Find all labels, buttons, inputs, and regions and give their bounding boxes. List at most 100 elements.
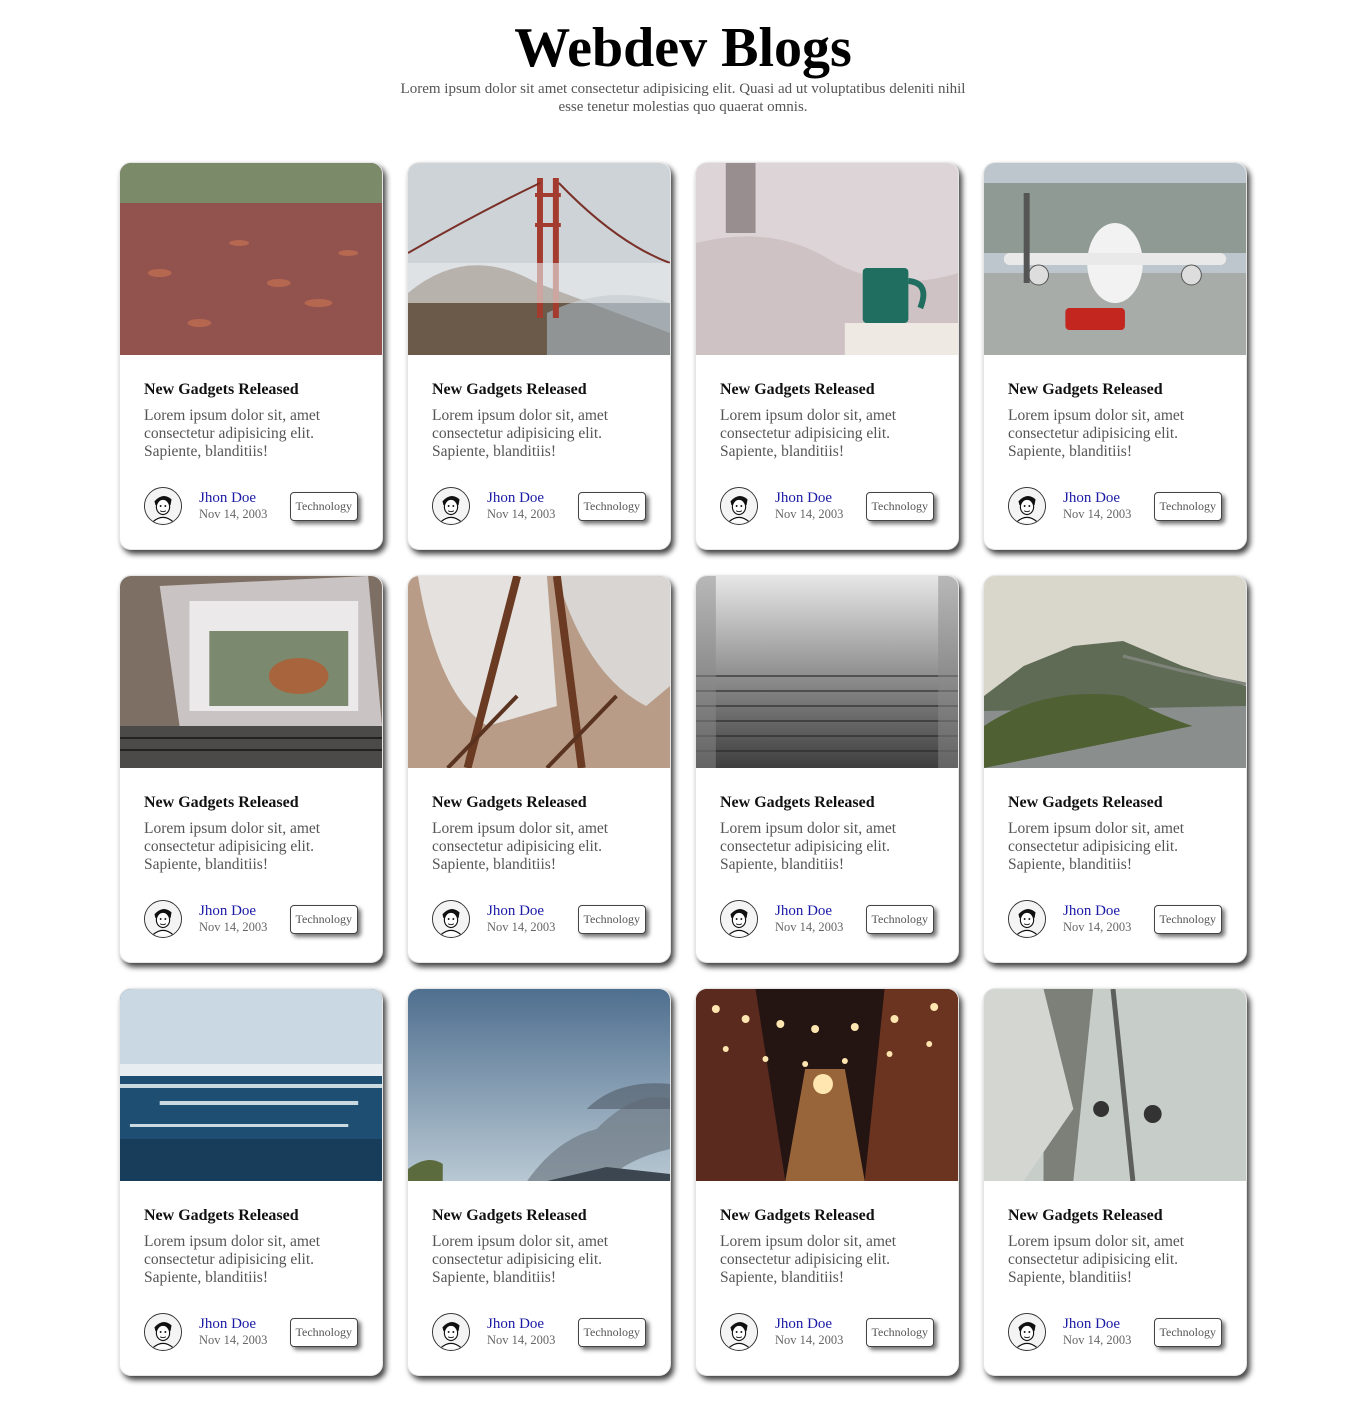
card-title[interactable]: New Gadgets Released bbox=[720, 794, 934, 812]
card-title[interactable]: New Gadgets Released bbox=[720, 1207, 934, 1225]
card-image bbox=[120, 163, 382, 355]
author-avatar[interactable] bbox=[1008, 900, 1046, 938]
category-tag[interactable]: Technology bbox=[289, 491, 358, 521]
card-title[interactable]: New Gadgets Released bbox=[432, 381, 646, 399]
author-avatar[interactable] bbox=[432, 900, 470, 938]
card-text: Lorem ipsum dolor sit, amet consectetur … bbox=[144, 407, 321, 460]
card-image bbox=[984, 989, 1246, 1181]
card-text: Lorem ipsum dolor sit, amet consectetur … bbox=[720, 1233, 897, 1286]
blog-card[interactable]: New Gadgets Released Lorem ipsum dolor s… bbox=[407, 988, 671, 1376]
author-avatar[interactable] bbox=[720, 900, 758, 938]
page-title: Webdev Blogs bbox=[514, 17, 852, 79]
post-date: Nov 14, 2003 bbox=[487, 920, 556, 934]
card-text: Lorem ipsum dolor sit, amet consectetur … bbox=[720, 407, 897, 460]
blog-card[interactable]: New Gadgets Released Lorem ipsum dolor s… bbox=[983, 988, 1247, 1376]
author-info: Jhon Doe Nov 14, 2003 bbox=[1063, 903, 1131, 935]
card-image bbox=[120, 576, 382, 768]
card-footer: Jhon Doe Nov 14, 2003 Technology bbox=[144, 1313, 358, 1351]
blog-card[interactable]: New Gadgets Released Lorem ipsum dolor s… bbox=[695, 575, 959, 963]
post-date: Nov 14, 2003 bbox=[1063, 1333, 1132, 1347]
author-name[interactable]: Jhon Doe bbox=[487, 903, 555, 919]
author-name[interactable]: Jhon Doe bbox=[199, 490, 267, 506]
card-footer: Jhon Doe Nov 14, 2003 Technology bbox=[144, 900, 358, 938]
author-info: Jhon Doe Nov 14, 2003 bbox=[1063, 1316, 1131, 1348]
author-avatar[interactable] bbox=[720, 487, 758, 525]
category-tag[interactable]: Technology bbox=[1153, 491, 1222, 521]
card-text: Lorem ipsum dolor sit, amet consectetur … bbox=[432, 820, 609, 873]
card-title[interactable]: New Gadgets Released bbox=[144, 1207, 358, 1225]
author-name[interactable]: Jhon Doe bbox=[1063, 903, 1131, 919]
author-info: Jhon Doe Nov 14, 2003 bbox=[199, 1316, 267, 1348]
card-footer: Jhon Doe Nov 14, 2003 Technology bbox=[144, 487, 358, 525]
card-image bbox=[408, 163, 670, 355]
blog-card[interactable]: New Gadgets Released Lorem ipsum dolor s… bbox=[119, 575, 383, 963]
card-title[interactable]: New Gadgets Released bbox=[1008, 794, 1222, 812]
card-title[interactable]: New Gadgets Released bbox=[1008, 1207, 1222, 1225]
author-info: Jhon Doe Nov 14, 2003 bbox=[775, 1316, 843, 1348]
card-footer: Jhon Doe Nov 14, 2003 Technology bbox=[1008, 900, 1222, 938]
card-title[interactable]: New Gadgets Released bbox=[720, 381, 934, 399]
author-name[interactable]: Jhon Doe bbox=[487, 1316, 555, 1332]
card-title[interactable]: New Gadgets Released bbox=[1008, 381, 1222, 399]
blog-card[interactable]: New Gadgets Released Lorem ipsum dolor s… bbox=[119, 162, 383, 550]
category-tag[interactable]: Technology bbox=[289, 904, 358, 934]
card-footer: Jhon Doe Nov 14, 2003 Technology bbox=[720, 487, 934, 525]
card-text: Lorem ipsum dolor sit, amet consectetur … bbox=[1008, 1233, 1185, 1286]
author-avatar[interactable] bbox=[1008, 1313, 1046, 1351]
blog-card[interactable]: New Gadgets Released Lorem ipsum dolor s… bbox=[983, 162, 1247, 550]
post-date: Nov 14, 2003 bbox=[1063, 507, 1132, 521]
author-info: Jhon Doe Nov 14, 2003 bbox=[199, 903, 267, 935]
author-name[interactable]: Jhon Doe bbox=[775, 490, 843, 506]
category-tag[interactable]: Technology bbox=[865, 491, 934, 521]
author-name[interactable]: Jhon Doe bbox=[775, 903, 843, 919]
author-avatar[interactable] bbox=[1008, 487, 1046, 525]
author-avatar[interactable] bbox=[432, 1313, 470, 1351]
author-name[interactable]: Jhon Doe bbox=[1063, 1316, 1131, 1332]
blog-card[interactable]: New Gadgets Released Lorem ipsum dolor s… bbox=[983, 575, 1247, 963]
author-avatar[interactable] bbox=[720, 1313, 758, 1351]
card-footer: Jhon Doe Nov 14, 2003 Technology bbox=[1008, 1313, 1222, 1351]
author-info: Jhon Doe Nov 14, 2003 bbox=[775, 903, 843, 935]
card-image bbox=[120, 989, 382, 1181]
category-tag[interactable]: Technology bbox=[1153, 1317, 1222, 1347]
blog-card[interactable]: New Gadgets Released Lorem ipsum dolor s… bbox=[407, 575, 671, 963]
blog-card[interactable]: New Gadgets Released Lorem ipsum dolor s… bbox=[695, 988, 959, 1376]
card-title[interactable]: New Gadgets Released bbox=[144, 794, 358, 812]
category-tag[interactable]: Technology bbox=[289, 1317, 358, 1347]
page-subtitle: Lorem ipsum dolor sit amet consectetur a… bbox=[400, 81, 966, 115]
post-date: Nov 14, 2003 bbox=[199, 1333, 268, 1347]
card-text: Lorem ipsum dolor sit, amet consectetur … bbox=[1008, 407, 1185, 460]
card-text: Lorem ipsum dolor sit, amet consectetur … bbox=[432, 407, 609, 460]
card-title[interactable]: New Gadgets Released bbox=[144, 381, 358, 399]
post-date: Nov 14, 2003 bbox=[775, 920, 844, 934]
author-name[interactable]: Jhon Doe bbox=[199, 1316, 267, 1332]
category-tag[interactable]: Technology bbox=[577, 904, 646, 934]
card-footer: Jhon Doe Nov 14, 2003 Technology bbox=[720, 1313, 934, 1351]
blog-card[interactable]: New Gadgets Released Lorem ipsum dolor s… bbox=[407, 162, 671, 550]
category-tag[interactable]: Technology bbox=[865, 904, 934, 934]
card-title[interactable]: New Gadgets Released bbox=[432, 794, 646, 812]
card-image bbox=[984, 163, 1246, 355]
author-avatar[interactable] bbox=[144, 487, 182, 525]
category-tag[interactable]: Technology bbox=[1153, 904, 1222, 934]
post-date: Nov 14, 2003 bbox=[487, 1333, 556, 1347]
blog-card[interactable]: New Gadgets Released Lorem ipsum dolor s… bbox=[695, 162, 959, 550]
author-name[interactable]: Jhon Doe bbox=[775, 1316, 843, 1332]
author-info: Jhon Doe Nov 14, 2003 bbox=[199, 490, 267, 522]
category-tag[interactable]: Technology bbox=[577, 491, 646, 521]
blog-card[interactable]: New Gadgets Released Lorem ipsum dolor s… bbox=[119, 988, 383, 1376]
author-avatar[interactable] bbox=[144, 1313, 182, 1351]
author-name[interactable]: Jhon Doe bbox=[199, 903, 267, 919]
card-title[interactable]: New Gadgets Released bbox=[432, 1207, 646, 1225]
author-name[interactable]: Jhon Doe bbox=[487, 490, 555, 506]
category-tag[interactable]: Technology bbox=[577, 1317, 646, 1347]
category-tag[interactable]: Technology bbox=[865, 1317, 934, 1347]
card-text: Lorem ipsum dolor sit, amet consectetur … bbox=[144, 820, 321, 873]
card-image bbox=[408, 989, 670, 1181]
author-avatar[interactable] bbox=[432, 487, 470, 525]
card-footer: Jhon Doe Nov 14, 2003 Technology bbox=[1008, 487, 1222, 525]
card-image bbox=[408, 576, 670, 768]
card-image bbox=[984, 576, 1246, 768]
author-avatar[interactable] bbox=[144, 900, 182, 938]
author-name[interactable]: Jhon Doe bbox=[1063, 490, 1131, 506]
